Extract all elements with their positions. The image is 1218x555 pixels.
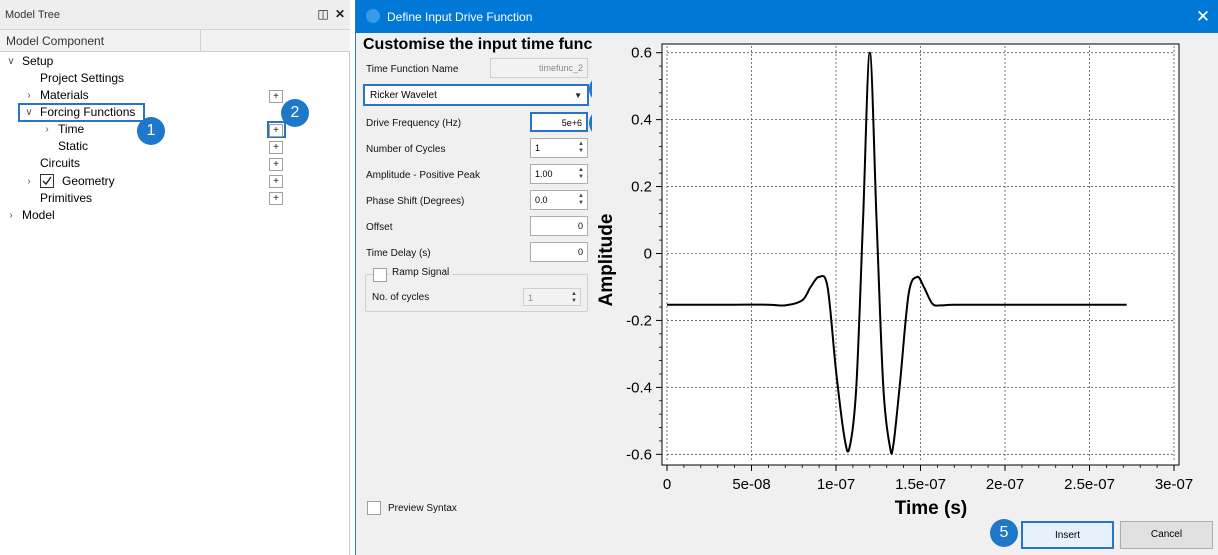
amplitude-value: 1.00 xyxy=(535,169,553,179)
callout-5: 5 xyxy=(990,519,1018,547)
dialog-close-icon[interactable]: ✕ xyxy=(1194,7,1212,27)
ramp-signal-checkbox[interactable] xyxy=(373,268,387,282)
chevron-right-icon[interactable]: › xyxy=(24,177,34,187)
y-tick-label: 0 xyxy=(644,246,652,263)
tree-item-time[interactable]: Time xyxy=(58,121,84,138)
close-icon[interactable]: ✕ xyxy=(333,6,347,22)
tree-item-setup[interactable]: Setup xyxy=(22,53,53,70)
cancel-button[interactable]: Cancel xyxy=(1120,521,1213,549)
tree-item-static[interactable]: Static xyxy=(58,138,88,155)
ramp-cycles-value: 1 xyxy=(528,293,534,303)
x-tick-label: 3e-07 xyxy=(1155,476,1193,493)
spin-arrows-icon[interactable]: ▲ ▼ xyxy=(570,291,578,305)
add-time-button[interactable]: + xyxy=(269,124,283,137)
add-geometry-button[interactable]: + xyxy=(269,175,283,188)
y-axis-label: Amplitude xyxy=(596,214,617,307)
define-input-drive-dialog: Define Input Drive Function ✕ Customise … xyxy=(355,0,1218,555)
column-model-component[interactable]: Model Component xyxy=(0,30,201,52)
preview-syntax-checkbox[interactable] xyxy=(367,501,381,515)
function-type-value: Ricker Wavelet xyxy=(370,90,437,101)
cycles-label: Number of Cycles xyxy=(366,144,446,155)
time-function-name-label: Time Function Name xyxy=(366,64,459,75)
x-tick-label: 0 xyxy=(663,476,671,493)
chevron-down-icon[interactable]: ∨ xyxy=(6,57,16,67)
add-materials-button[interactable]: + xyxy=(269,90,283,103)
y-tick-label: -0.2 xyxy=(626,312,652,329)
chevron-right-icon[interactable]: › xyxy=(6,211,16,221)
phase-value: 0.0 xyxy=(535,195,548,205)
amplitude-spinbox[interactable]: 1.00 ▲ ▼ xyxy=(530,164,588,184)
phase-spinbox[interactable]: 0.0 ▲ ▼ xyxy=(530,190,588,210)
drive-frequency-label: Drive Frequency (Hz) xyxy=(366,118,462,129)
add-static-button[interactable]: + xyxy=(269,141,283,154)
add-primitives-button[interactable]: + xyxy=(269,192,283,205)
insert-button[interactable]: Insert xyxy=(1021,521,1114,549)
amplitude-label: Amplitude - Positive Peak xyxy=(366,170,480,181)
preview-syntax-label: Preview Syntax xyxy=(388,503,457,514)
tree-item-forcing-functions[interactable]: Forcing Functions xyxy=(40,104,135,121)
float-icon[interactable]: ◫ xyxy=(316,6,330,22)
tree-column-header: Model Component xyxy=(0,30,350,52)
tree-item-geometry[interactable]: Geometry xyxy=(62,173,115,190)
chevron-right-icon[interactable]: › xyxy=(42,125,52,135)
y-tick-label: 0.6 xyxy=(631,45,652,62)
x-tick-label: 1.5e-07 xyxy=(895,476,946,493)
y-tick-label: -0.6 xyxy=(626,446,652,463)
offset-label: Offset xyxy=(366,222,393,233)
dialog-titlebar: Define Input Drive Function ✕ xyxy=(356,0,1218,33)
tree-item-model[interactable]: Model xyxy=(22,207,55,224)
function-type-select[interactable]: Ricker Wavelet ▼ xyxy=(363,84,589,106)
time-delay-label: Time Delay (s) xyxy=(366,248,431,259)
chevron-right-icon[interactable]: › xyxy=(24,91,34,101)
offset-field[interactable]: 0 xyxy=(530,216,588,236)
model-tree-titlebar: Model Tree ◫ ✕ xyxy=(0,0,350,30)
x-axis-label: Time (s) xyxy=(895,498,968,519)
dialog-title: Define Input Drive Function xyxy=(387,10,533,24)
model-tree-panel: Model Tree ◫ ✕ Model Component ∨ Setup P… xyxy=(0,0,350,555)
time-delay-field[interactable]: 0 xyxy=(530,242,588,262)
tree-item-circuits[interactable]: Circuits xyxy=(40,155,80,172)
x-tick-label: 5e-08 xyxy=(732,476,770,493)
x-tick-label: 2.5e-07 xyxy=(1064,476,1115,493)
app-icon xyxy=(366,9,380,23)
phase-label: Phase Shift (Degrees) xyxy=(366,196,465,207)
model-tree-title: Model Tree xyxy=(5,9,61,21)
callout-2: 2 xyxy=(281,99,309,127)
spin-arrows-icon[interactable]: ▲ ▼ xyxy=(577,193,585,207)
time-function-name-field[interactable]: timefunc_2 xyxy=(490,58,588,78)
cycles-value: 1 xyxy=(535,143,541,153)
dropdown-arrow-icon: ▼ xyxy=(574,91,582,100)
callout-1: 1 xyxy=(137,117,165,145)
y-tick-label: 0.4 xyxy=(631,112,652,129)
ramp-cycles-label: No. of cycles xyxy=(372,292,430,303)
tree-item-materials[interactable]: Materials xyxy=(40,87,89,104)
ramp-signal-label: Ramp Signal xyxy=(389,267,453,278)
spin-arrows-icon[interactable]: ▲ ▼ xyxy=(577,167,585,181)
tree-item-project-settings[interactable]: Project Settings xyxy=(40,70,124,87)
chevron-down-icon[interactable]: ∨ xyxy=(24,108,34,118)
check-icon xyxy=(42,176,52,186)
time-function-chart: 0 5e-08 1e-07 1.5e-07 2e-07 2.5e-07 3e-07 -0.6 -… xyxy=(592,36,1212,520)
x-tick-label: 2e-07 xyxy=(986,476,1024,493)
cycles-spinbox[interactable]: 1 ▲ ▼ xyxy=(530,138,588,158)
drive-frequency-field[interactable]: 5e+6 xyxy=(530,112,588,132)
ramp-signal-group: Ramp Signal No. of cycles 1 ▲ ▼ xyxy=(365,267,588,312)
y-tick-label: 0.2 xyxy=(631,179,652,196)
spin-arrows-icon[interactable]: ▲ ▼ xyxy=(577,141,585,155)
geometry-checkbox[interactable] xyxy=(40,174,54,188)
x-tick-label: 1e-07 xyxy=(817,476,855,493)
y-tick-label: -0.4 xyxy=(626,379,652,396)
tree-item-primitives[interactable]: Primitives xyxy=(40,190,92,207)
dialog-heading: Customise the input time function xyxy=(363,36,622,53)
ramp-cycles-spinbox[interactable]: 1 ▲ ▼ xyxy=(523,288,581,306)
add-circuits-button[interactable]: + xyxy=(269,158,283,171)
